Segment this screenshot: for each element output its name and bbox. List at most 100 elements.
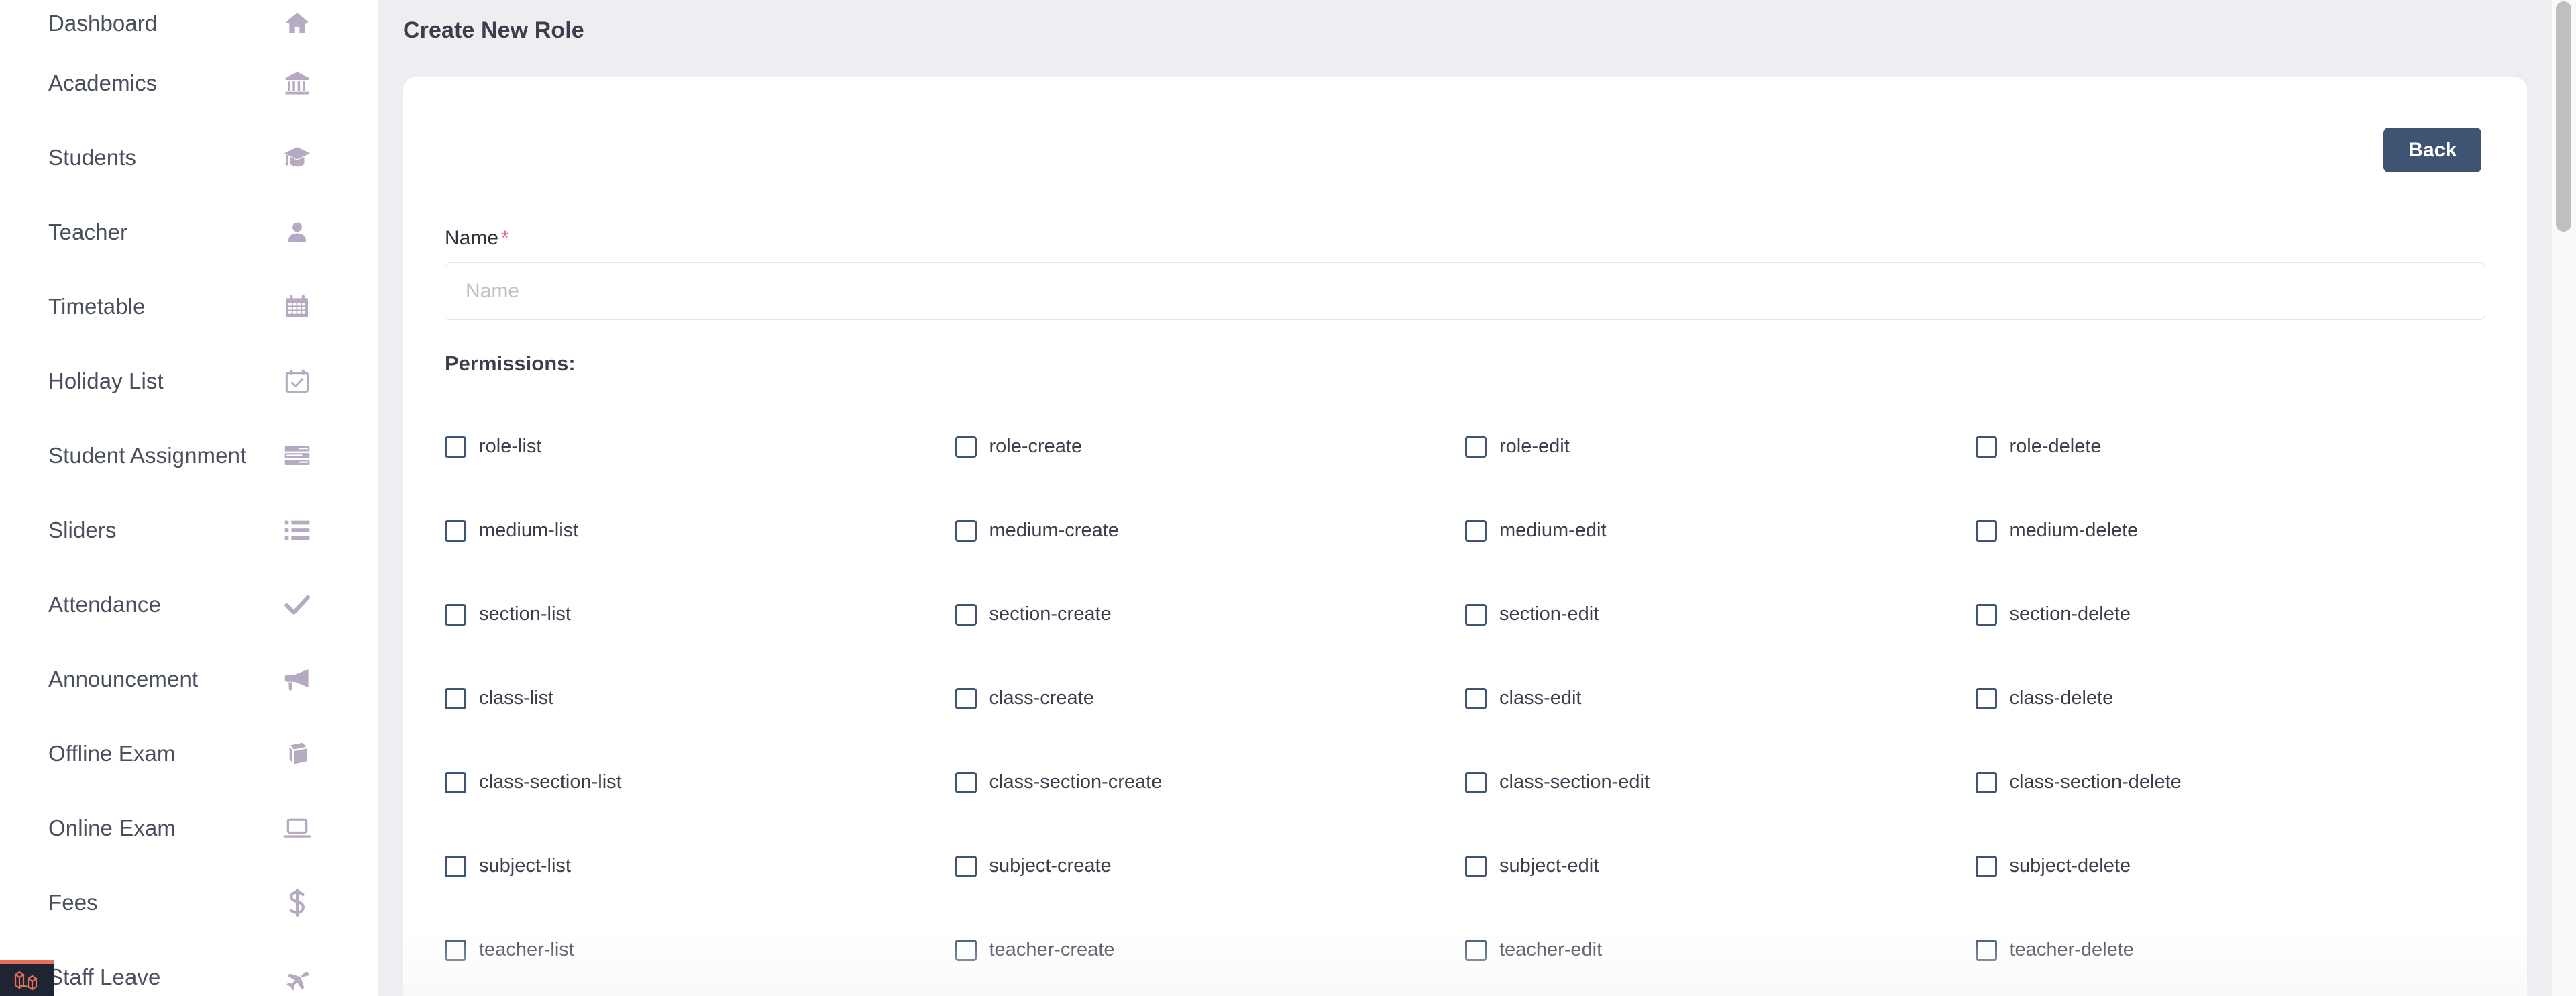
permission-checkbox-medium-create[interactable] [955, 519, 977, 542]
create-role-card: Back Name* Permissions: role-list role-cr… [403, 77, 2527, 996]
page-scrollbar[interactable] [2552, 0, 2576, 996]
permission-checkbox-medium-edit[interactable] [1465, 519, 1487, 542]
permission-item[interactable]: subject-delete [1975, 824, 2486, 908]
permission-label: role-create [989, 436, 1083, 457]
permission-item[interactable]: medium-create [955, 489, 1466, 572]
permission-checkbox-subject-list[interactable] [445, 855, 466, 877]
permission-item[interactable]: medium-delete [1975, 489, 2486, 572]
permission-item[interactable]: guardian-edit [1465, 992, 1976, 996]
permission-checkbox-class-delete[interactable] [1975, 687, 1997, 709]
permission-checkbox-subject-delete[interactable] [1975, 855, 1997, 877]
permission-item[interactable]: role-edit [1465, 405, 1976, 489]
permission-item[interactable]: medium-edit [1465, 489, 1976, 572]
permission-checkbox-role-delete[interactable] [1975, 436, 1997, 458]
sidebar-item-label: Student Assignment [48, 443, 247, 468]
permission-item[interactable]: role-delete [1975, 405, 2486, 489]
sidebar-item-student-assignment[interactable]: Student Assignment [0, 418, 378, 493]
permission-item[interactable]: class-delete [1975, 656, 2486, 740]
sidebar-item-offline-exam[interactable]: Offline Exam [0, 716, 378, 791]
permission-checkbox-section-delete[interactable] [1975, 603, 1997, 626]
permission-checkbox-class-create[interactable] [955, 687, 977, 709]
permission-item[interactable]: class-list [445, 656, 955, 740]
permission-item[interactable]: teacher-list [445, 908, 955, 992]
permission-item[interactable]: subject-create [955, 824, 1466, 908]
sidebar-item-online-exam[interactable]: Online Exam [0, 791, 378, 865]
graduation-cap-icon [282, 143, 312, 172]
sidebar-item-dashboard[interactable]: Dashboard [0, 0, 378, 46]
permission-checkbox-section-list[interactable] [445, 603, 466, 626]
sidebar-item-holiday-list[interactable]: Holiday List [0, 344, 378, 418]
permission-item[interactable]: class-section-list [445, 740, 955, 824]
permission-item[interactable]: section-edit [1465, 572, 1976, 656]
permission-checkbox-role-edit[interactable] [1465, 436, 1487, 458]
permission-checkbox-section-create[interactable] [955, 603, 977, 626]
permission-item[interactable]: section-list [445, 572, 955, 656]
sidebar-item-announcement[interactable]: Announcement [0, 642, 378, 716]
sidebar-item-label: Teacher [48, 219, 128, 244]
permission-checkbox-class-edit[interactable] [1465, 687, 1487, 709]
permission-checkbox-class-section-delete[interactable] [1975, 771, 1997, 793]
permission-checkbox-role-create[interactable] [955, 436, 977, 458]
megaphone-icon [282, 664, 312, 694]
sidebar-item-timetable[interactable]: Timetable [0, 269, 378, 344]
permission-item[interactable]: guardian-create [955, 992, 1466, 996]
permission-item[interactable]: role-list [445, 405, 955, 489]
permission-item[interactable]: role-create [955, 405, 1466, 489]
permission-checkbox-class-section-create[interactable] [955, 771, 977, 793]
dollar-icon [282, 888, 312, 917]
permission-checkbox-role-list[interactable] [445, 436, 466, 458]
permission-item[interactable]: class-section-create [955, 740, 1466, 824]
permission-item[interactable]: medium-list [445, 489, 955, 572]
sidebar-item-staff-leave[interactable]: Staff Leave [0, 940, 378, 996]
permission-checkbox-subject-edit[interactable] [1465, 855, 1487, 877]
permissions-heading: Permissions: [445, 352, 576, 375]
laravel-debugbar-toggle[interactable] [0, 960, 54, 996]
sidebar-item-label: Offline Exam [48, 741, 176, 766]
main-right-gutter [2528, 0, 2552, 996]
back-button[interactable]: Back [2383, 128, 2481, 172]
sidebar-item-students[interactable]: Students [0, 120, 378, 195]
permission-checkbox-medium-list[interactable] [445, 519, 466, 542]
permission-item[interactable]: class-create [955, 656, 1466, 740]
permission-checkbox-medium-delete[interactable] [1975, 519, 1997, 542]
permission-checkbox-class-section-list[interactable] [445, 771, 466, 793]
permission-checkbox-section-edit[interactable] [1465, 603, 1487, 626]
sidebar-item-attendance[interactable]: Attendance [0, 567, 378, 642]
sidebar-item-label: Academics [48, 70, 158, 95]
permission-item[interactable]: teacher-edit [1465, 908, 1976, 992]
permission-label: class-create [989, 687, 1094, 709]
permission-label: class-section-edit [1499, 771, 1650, 793]
permission-label: role-list [479, 436, 542, 457]
permission-checkbox-class-section-edit[interactable] [1465, 771, 1487, 793]
calendar-grid-icon [282, 292, 312, 321]
sidebar-item-fees[interactable]: Fees [0, 865, 378, 940]
page-scrollbar-thumb[interactable] [2556, 1, 2571, 232]
permission-checkbox-class-list[interactable] [445, 687, 466, 709]
permission-item[interactable]: section-create [955, 572, 1466, 656]
permission-item[interactable]: section-delete [1975, 572, 2486, 656]
permission-item[interactable]: class-edit [1465, 656, 1976, 740]
sidebar-item-sliders[interactable]: Sliders [0, 493, 378, 567]
permission-item[interactable]: class-section-delete [1975, 740, 2486, 824]
permission-item[interactable]: teacher-delete [1975, 908, 2486, 992]
permission-checkbox-teacher-create[interactable] [955, 939, 977, 961]
sidebar-item-academics[interactable]: Academics [0, 46, 378, 120]
sidebar-item-teacher[interactable]: Teacher [0, 195, 378, 269]
permission-item[interactable]: subject-edit [1465, 824, 1976, 908]
permission-item[interactable]: subject-list [445, 824, 955, 908]
sidebar-item-label: Online Exam [48, 815, 176, 840]
permission-item[interactable]: class-section-edit [1465, 740, 1976, 824]
list-rows-icon [282, 441, 312, 470]
permission-checkbox-teacher-list[interactable] [445, 939, 466, 961]
permission-checkbox-teacher-delete[interactable] [1975, 939, 1997, 961]
permission-label: subject-delete [2009, 855, 2131, 877]
permission-item[interactable]: teacher-create [955, 908, 1466, 992]
permission-item[interactable]: guardian-list [445, 992, 955, 996]
permission-label: subject-list [479, 855, 571, 877]
sidebar-item-label: Students [48, 145, 137, 170]
sidebar-item-label: Fees [48, 890, 98, 915]
permission-checkbox-subject-create[interactable] [955, 855, 977, 877]
permission-item[interactable]: guardian-delete [1976, 992, 2486, 996]
permission-checkbox-teacher-edit[interactable] [1465, 939, 1487, 961]
name-input[interactable] [445, 262, 2485, 320]
